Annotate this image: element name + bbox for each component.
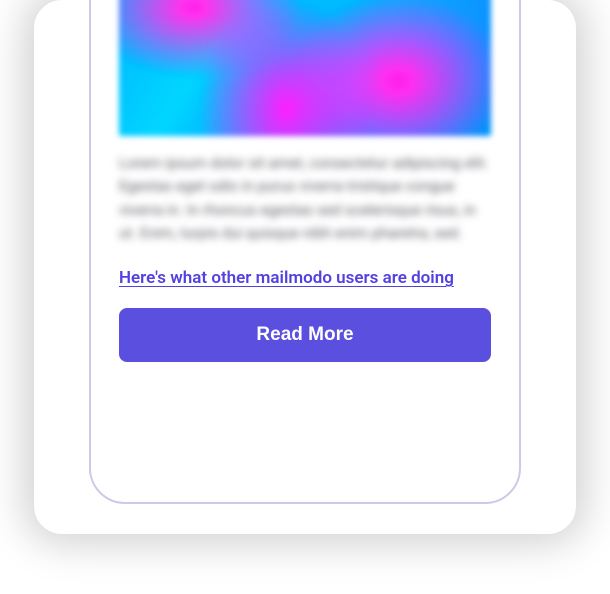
hero-image [119, 0, 491, 136]
read-more-button[interactable]: Read More [119, 308, 491, 362]
related-link[interactable]: Here's what other mailmodo users are doi… [119, 267, 491, 290]
preview-card: Lorem ipsum dolor sit amet, consectetur … [34, 0, 576, 534]
body-paragraph: Lorem ipsum dolor sit amet, consectetur … [119, 152, 491, 245]
email-content: Lorem ipsum dolor sit amet, consectetur … [119, 0, 491, 362]
phone-frame: Lorem ipsum dolor sit amet, consectetur … [89, 0, 521, 504]
